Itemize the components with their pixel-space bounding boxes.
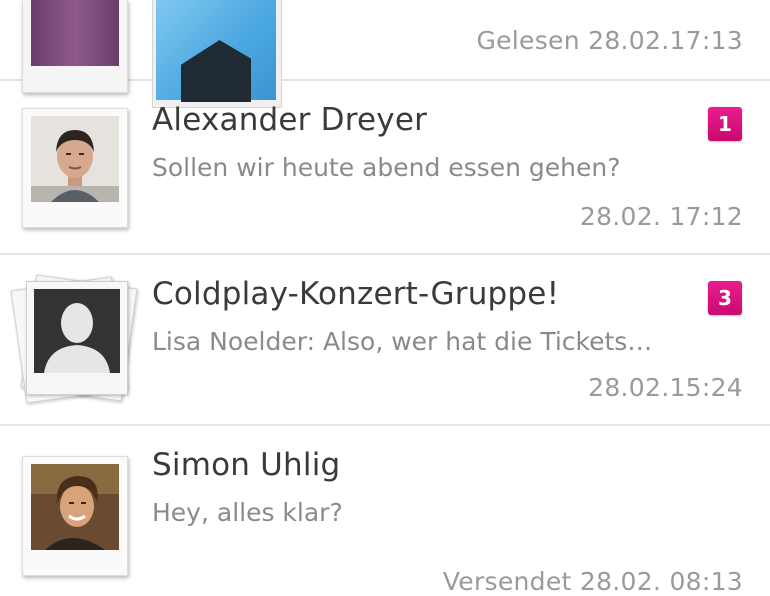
avatar-photo: [31, 464, 119, 550]
group-silhouette-icon: [34, 289, 120, 373]
conversation-row[interactable]: Gelesen 28.02.17:13: [0, 0, 770, 108]
conversation-row[interactable]: Alexander Dreyer Sollen wir heute abend …: [0, 81, 770, 255]
avatar-photo: [31, 0, 119, 66]
avatar: [22, 456, 128, 576]
message-status-time: Versendet 28.02. 08:13: [442, 567, 743, 596]
conversation-row[interactable]: Coldplay-Konzert-Gruppe! Lisa Noelder: A…: [0, 255, 770, 426]
message-preview: Sollen wir heute abend essen gehen?: [152, 153, 621, 182]
contact-name: Simon Uhlig: [152, 447, 341, 483]
avatar: [22, 0, 128, 93]
message-time: 28.02. 17:12: [579, 202, 743, 231]
unread-count-badge: 3: [708, 281, 742, 315]
group-avatar: [10, 274, 145, 405]
conversation-list: Gelesen 28.02.17:13 Alexander Dreyer Sol…: [0, 0, 770, 596]
message-status-time: Gelesen 28.02.17:13: [476, 26, 743, 55]
avatar: [22, 108, 128, 228]
message-time: 28.02.15:24: [588, 373, 743, 402]
message-preview: Lisa Noelder: Also, wer hat die Tickets…: [152, 327, 653, 356]
contact-name: Alexander Dreyer: [152, 102, 428, 138]
group-name: Coldplay-Konzert-Gruppe!: [152, 276, 560, 312]
message-preview: Hey, alles klar?: [152, 498, 343, 527]
avatar-photo: [31, 116, 119, 202]
unread-count-badge: 1: [708, 107, 742, 141]
conversation-row[interactable]: Simon Uhlig Hey, alles klar? Versendet 2…: [0, 426, 770, 596]
